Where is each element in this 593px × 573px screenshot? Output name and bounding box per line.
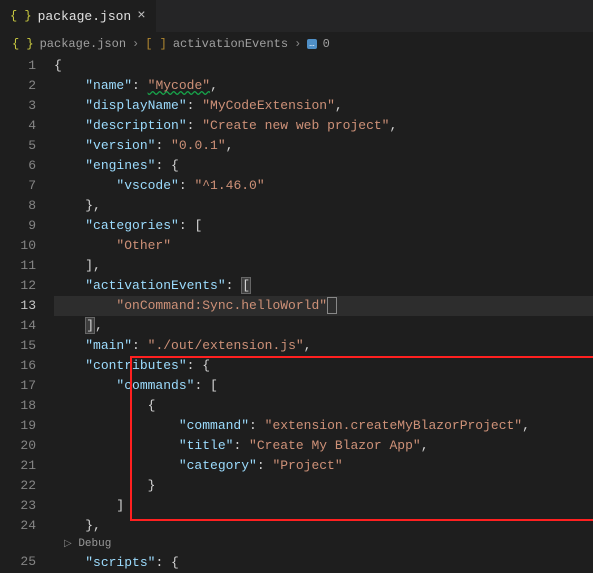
code-line: "vscode": "^1.46.0" bbox=[54, 176, 593, 196]
code-line: "category": "Project" bbox=[54, 456, 593, 476]
code-line: "main": "./out/extension.js", bbox=[54, 336, 593, 356]
code-line-active: "onCommand:Sync.helloWorld" bbox=[54, 296, 593, 316]
tab-title: package.json bbox=[38, 9, 132, 24]
chevron-right-icon: › bbox=[132, 37, 139, 51]
breadcrumb-file: package.json bbox=[40, 37, 126, 51]
json-file-icon: { } bbox=[10, 9, 32, 23]
code-line: "scripts": { bbox=[54, 553, 593, 573]
line-number: 8 bbox=[0, 196, 36, 216]
code-line: "contributes": { bbox=[54, 356, 593, 376]
code-line: "description": "Create new web project", bbox=[54, 116, 593, 136]
line-number: 2 bbox=[0, 76, 36, 96]
line-gutter: 1 2 3 4 5 6 7 8 9 10 11 12 13 14 15 16 1… bbox=[0, 56, 50, 549]
line-number: 1 bbox=[0, 56, 36, 76]
code-line: } bbox=[54, 476, 593, 496]
code-area[interactable]: { "name": "Mycode", "displayName": "MyCo… bbox=[50, 56, 593, 549]
line-number: 15 bbox=[0, 336, 36, 356]
code-line: "engines": { bbox=[54, 156, 593, 176]
chevron-right-icon: ▷ bbox=[64, 539, 72, 550]
code-line: { bbox=[54, 56, 593, 76]
code-line: }, bbox=[54, 196, 593, 216]
line-number: 17 bbox=[0, 376, 36, 396]
line-number: 18 bbox=[0, 396, 36, 416]
chevron-right-icon: › bbox=[294, 37, 301, 51]
close-icon[interactable]: × bbox=[137, 8, 145, 24]
line-number: 21 bbox=[0, 456, 36, 476]
line-number: 6 bbox=[0, 156, 36, 176]
code-line: ] bbox=[54, 496, 593, 516]
code-line: ], bbox=[54, 316, 593, 336]
code-line: "categories": [ bbox=[54, 216, 593, 236]
tab-bar: { } package.json × bbox=[0, 0, 593, 32]
code-line: { bbox=[54, 396, 593, 416]
breadcrumb-index: 0 bbox=[323, 37, 330, 51]
code-line: "command": "extension.createMyBlazorProj… bbox=[54, 416, 593, 436]
code-line: "title": "Create My Blazor App", bbox=[54, 436, 593, 456]
line-number: 22 bbox=[0, 476, 36, 496]
line-number: 23 bbox=[0, 496, 36, 516]
line-number: 4 bbox=[0, 116, 36, 136]
constant-icon: … bbox=[307, 39, 316, 49]
line-number: 7 bbox=[0, 176, 36, 196]
json-file-icon: { } bbox=[12, 37, 34, 51]
code-line: "commands": [ bbox=[54, 376, 593, 396]
code-line: "version": "0.0.1", bbox=[54, 136, 593, 156]
breadcrumb-path: activationEvents bbox=[173, 37, 288, 51]
line-number: 24 bbox=[0, 516, 36, 536]
tab-package-json[interactable]: { } package.json × bbox=[0, 0, 156, 32]
line-number: 9 bbox=[0, 216, 36, 236]
code-line: ], bbox=[54, 256, 593, 276]
code-line: "Other" bbox=[54, 236, 593, 256]
line-number: 11 bbox=[0, 256, 36, 276]
line-number: 13 bbox=[0, 296, 36, 316]
code-line: "activationEvents": [ bbox=[54, 276, 593, 296]
code-line: "name": "Mycode", bbox=[54, 76, 593, 96]
line-number: 20 bbox=[0, 436, 36, 456]
line-number: 5 bbox=[0, 136, 36, 156]
editor[interactable]: 1 2 3 4 5 6 7 8 9 10 11 12 13 14 15 16 1… bbox=[0, 56, 593, 549]
code-line: }, bbox=[54, 516, 593, 536]
line-number: 3 bbox=[0, 96, 36, 116]
line-number: 14 bbox=[0, 316, 36, 336]
line-number: 19 bbox=[0, 416, 36, 436]
line-number: 12 bbox=[0, 276, 36, 296]
line-number: 16 bbox=[0, 356, 36, 376]
breadcrumb[interactable]: { } package.json › [ ] activationEvents … bbox=[0, 32, 593, 56]
line-number: 10 bbox=[0, 236, 36, 256]
array-icon: [ ] bbox=[145, 37, 167, 51]
line-number: 25 bbox=[0, 552, 36, 572]
codelens-debug[interactable]: ▷ Debug bbox=[54, 536, 593, 553]
code-line: "displayName": "MyCodeExtension", bbox=[54, 96, 593, 116]
